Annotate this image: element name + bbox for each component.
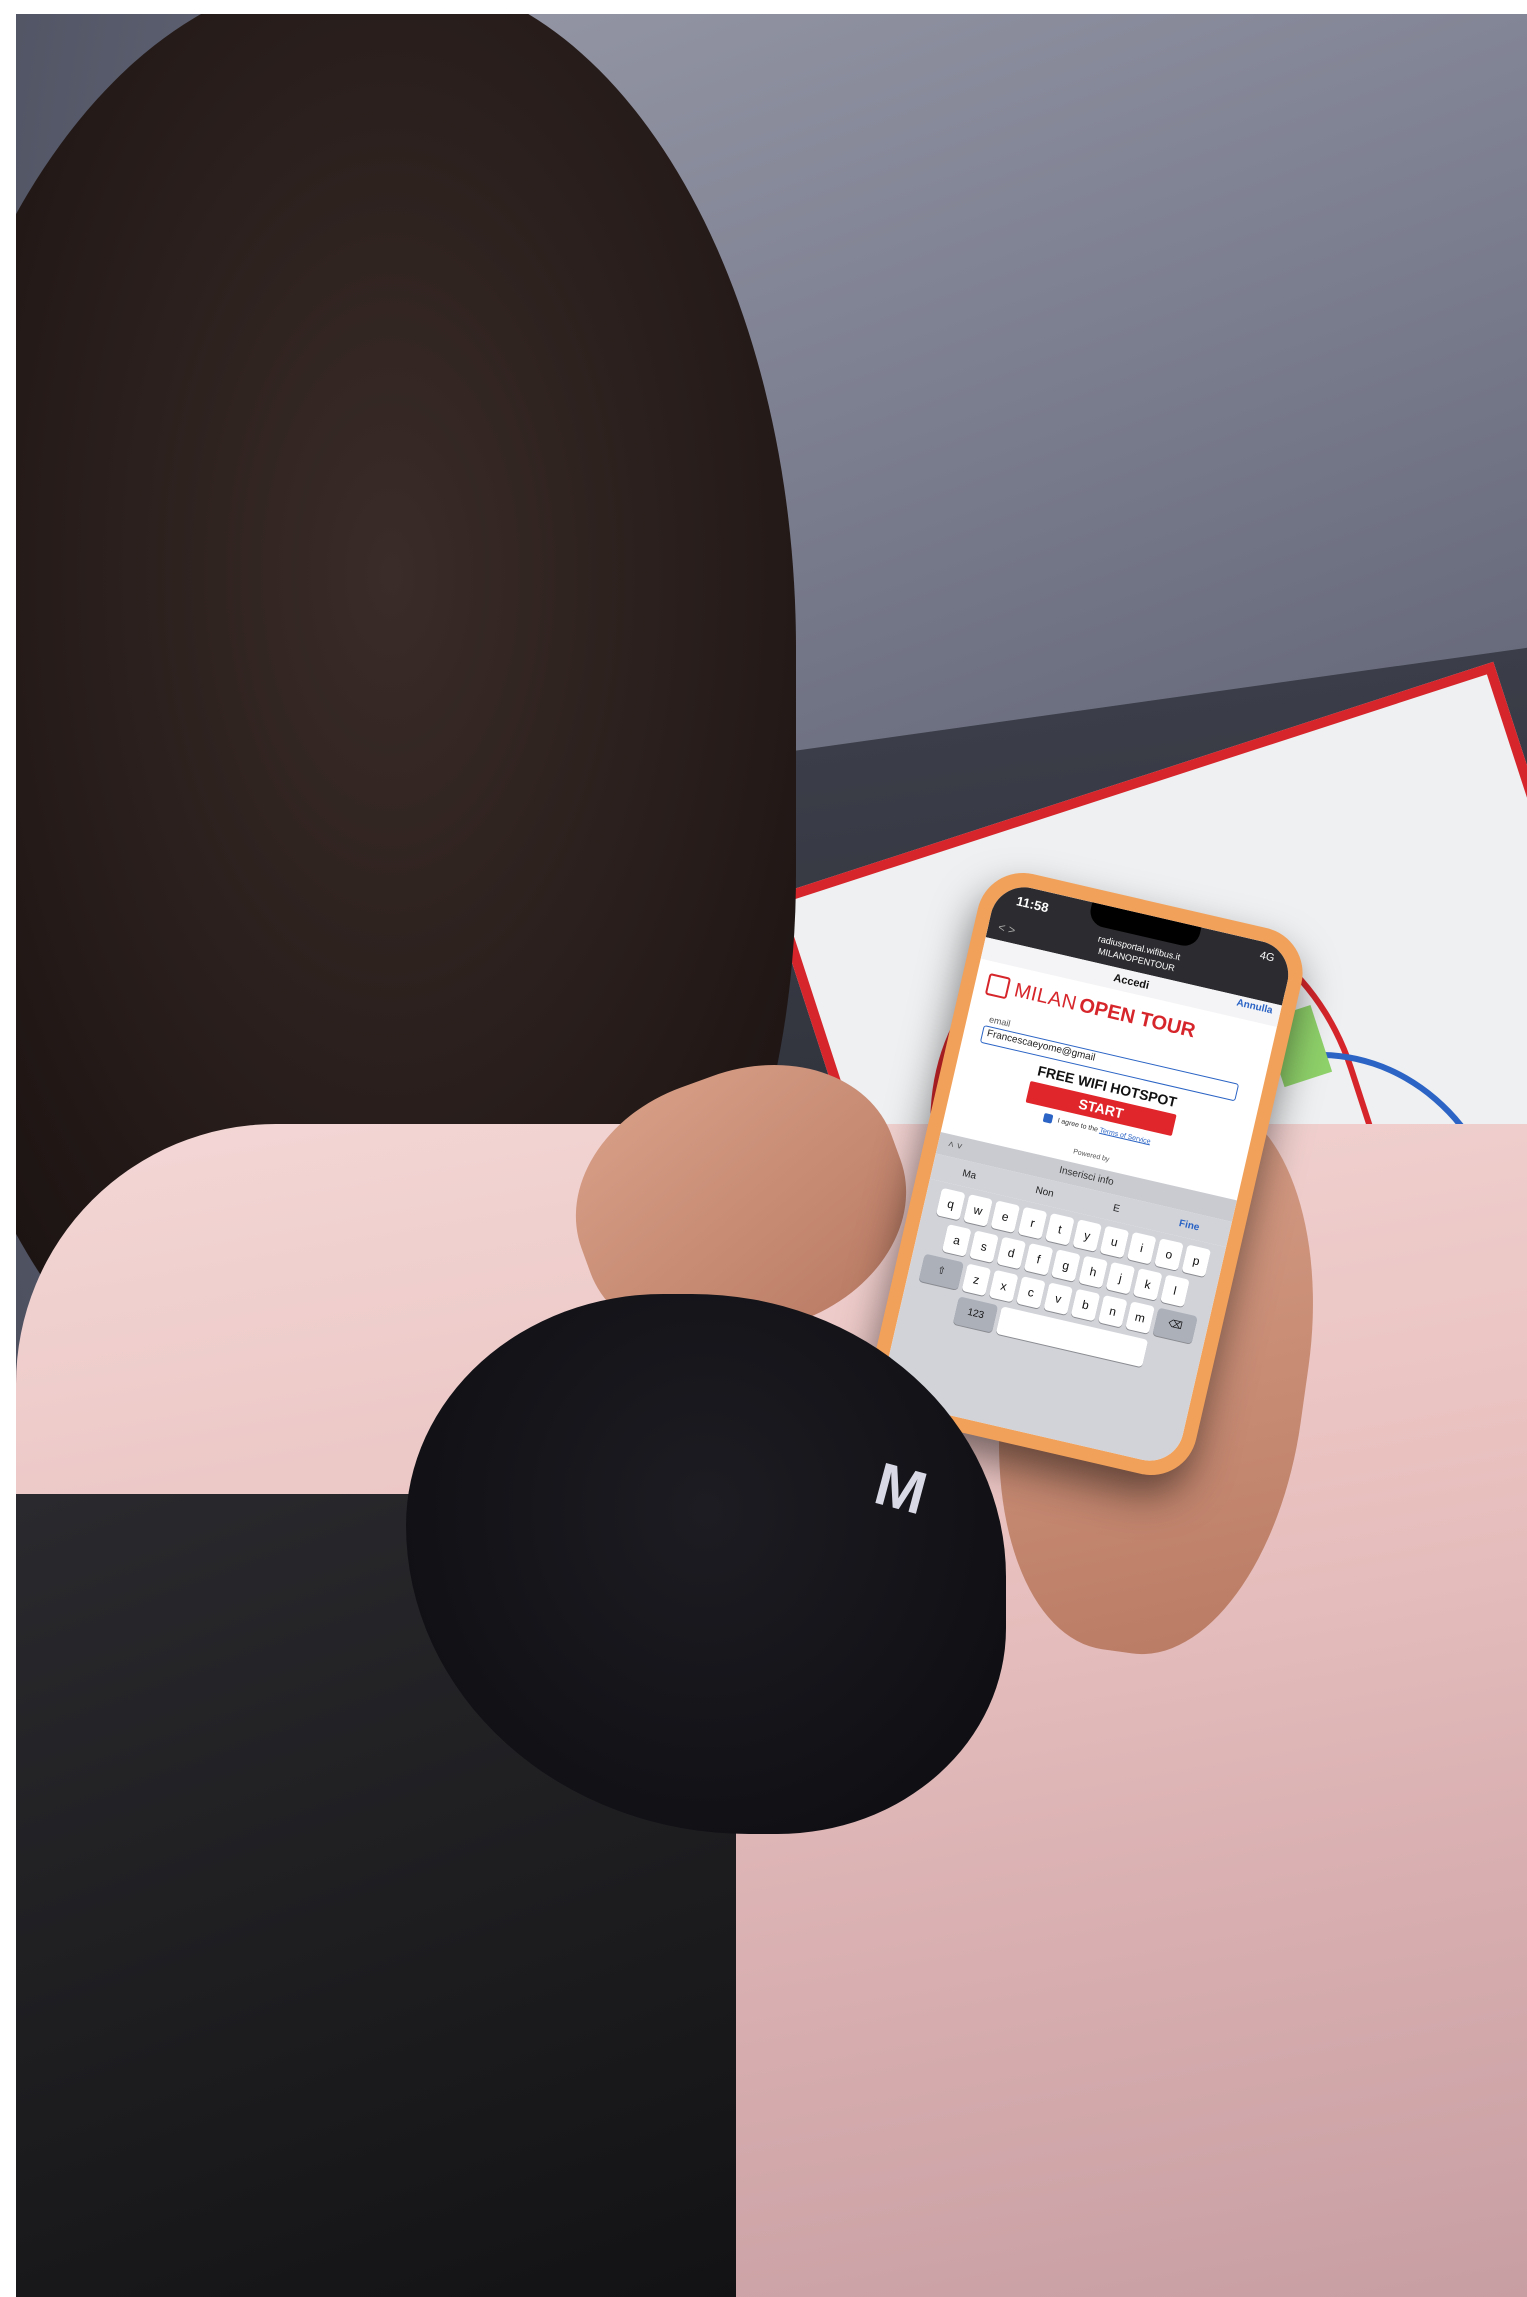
key[interactable]: j xyxy=(1105,1261,1136,1295)
key[interactable]: a xyxy=(941,1224,972,1257)
key[interactable]: p xyxy=(1181,1244,1212,1278)
terms-link[interactable]: Terms of Service xyxy=(1099,1127,1151,1146)
suggestion-item[interactable]: Ma xyxy=(961,1168,977,1182)
key[interactable]: n xyxy=(1097,1294,1128,1328)
key[interactable]: u xyxy=(1099,1225,1130,1259)
key[interactable]: e xyxy=(990,1200,1021,1234)
key[interactable]: o xyxy=(1154,1238,1184,1271)
key[interactable]: b xyxy=(1070,1288,1101,1322)
bus-icon xyxy=(984,972,1012,1000)
key[interactable]: r xyxy=(1017,1206,1048,1240)
key[interactable]: y xyxy=(1072,1219,1102,1252)
key[interactable]: t xyxy=(1045,1212,1075,1246)
suggestion-item[interactable]: E xyxy=(1112,1202,1121,1214)
key[interactable]: x xyxy=(988,1269,1019,1303)
key[interactable]: q xyxy=(935,1187,966,1221)
terms-checkbox[interactable] xyxy=(1043,1113,1054,1124)
done-button[interactable]: Fine xyxy=(1178,1218,1201,1233)
key[interactable]: f xyxy=(1023,1242,1054,1276)
status-signal: 4G xyxy=(1258,949,1276,965)
photo-scene: 11:58 4G radiusportal.wifibus.it MILANOP… xyxy=(16,14,1527,2297)
logo-text-milan: MILAN xyxy=(1012,978,1080,1015)
numbers-key[interactable]: 123 xyxy=(952,1296,999,1333)
key[interactable]: i xyxy=(1126,1231,1157,1265)
key[interactable]: v xyxy=(1043,1282,1074,1316)
key[interactable]: k xyxy=(1132,1268,1163,1301)
key[interactable]: w xyxy=(963,1194,993,1227)
key[interactable]: g xyxy=(1051,1249,1081,1282)
key[interactable]: d xyxy=(996,1236,1027,1270)
key[interactable]: z xyxy=(961,1263,992,1297)
key[interactable]: l xyxy=(1160,1274,1190,1308)
key[interactable]: c xyxy=(1016,1276,1046,1309)
status-time: 11:58 xyxy=(1014,893,1051,916)
suggestion-item[interactable]: Non xyxy=(1034,1185,1054,1200)
key[interactable]: s xyxy=(969,1230,999,1264)
terms-prefix: I agree to the xyxy=(1056,1117,1099,1134)
backspace-icon[interactable]: ⌫ xyxy=(1152,1307,1198,1344)
shift-key[interactable]: ⇧ xyxy=(918,1253,964,1290)
key[interactable]: m xyxy=(1125,1301,1155,1334)
key[interactable]: h xyxy=(1078,1255,1108,1289)
